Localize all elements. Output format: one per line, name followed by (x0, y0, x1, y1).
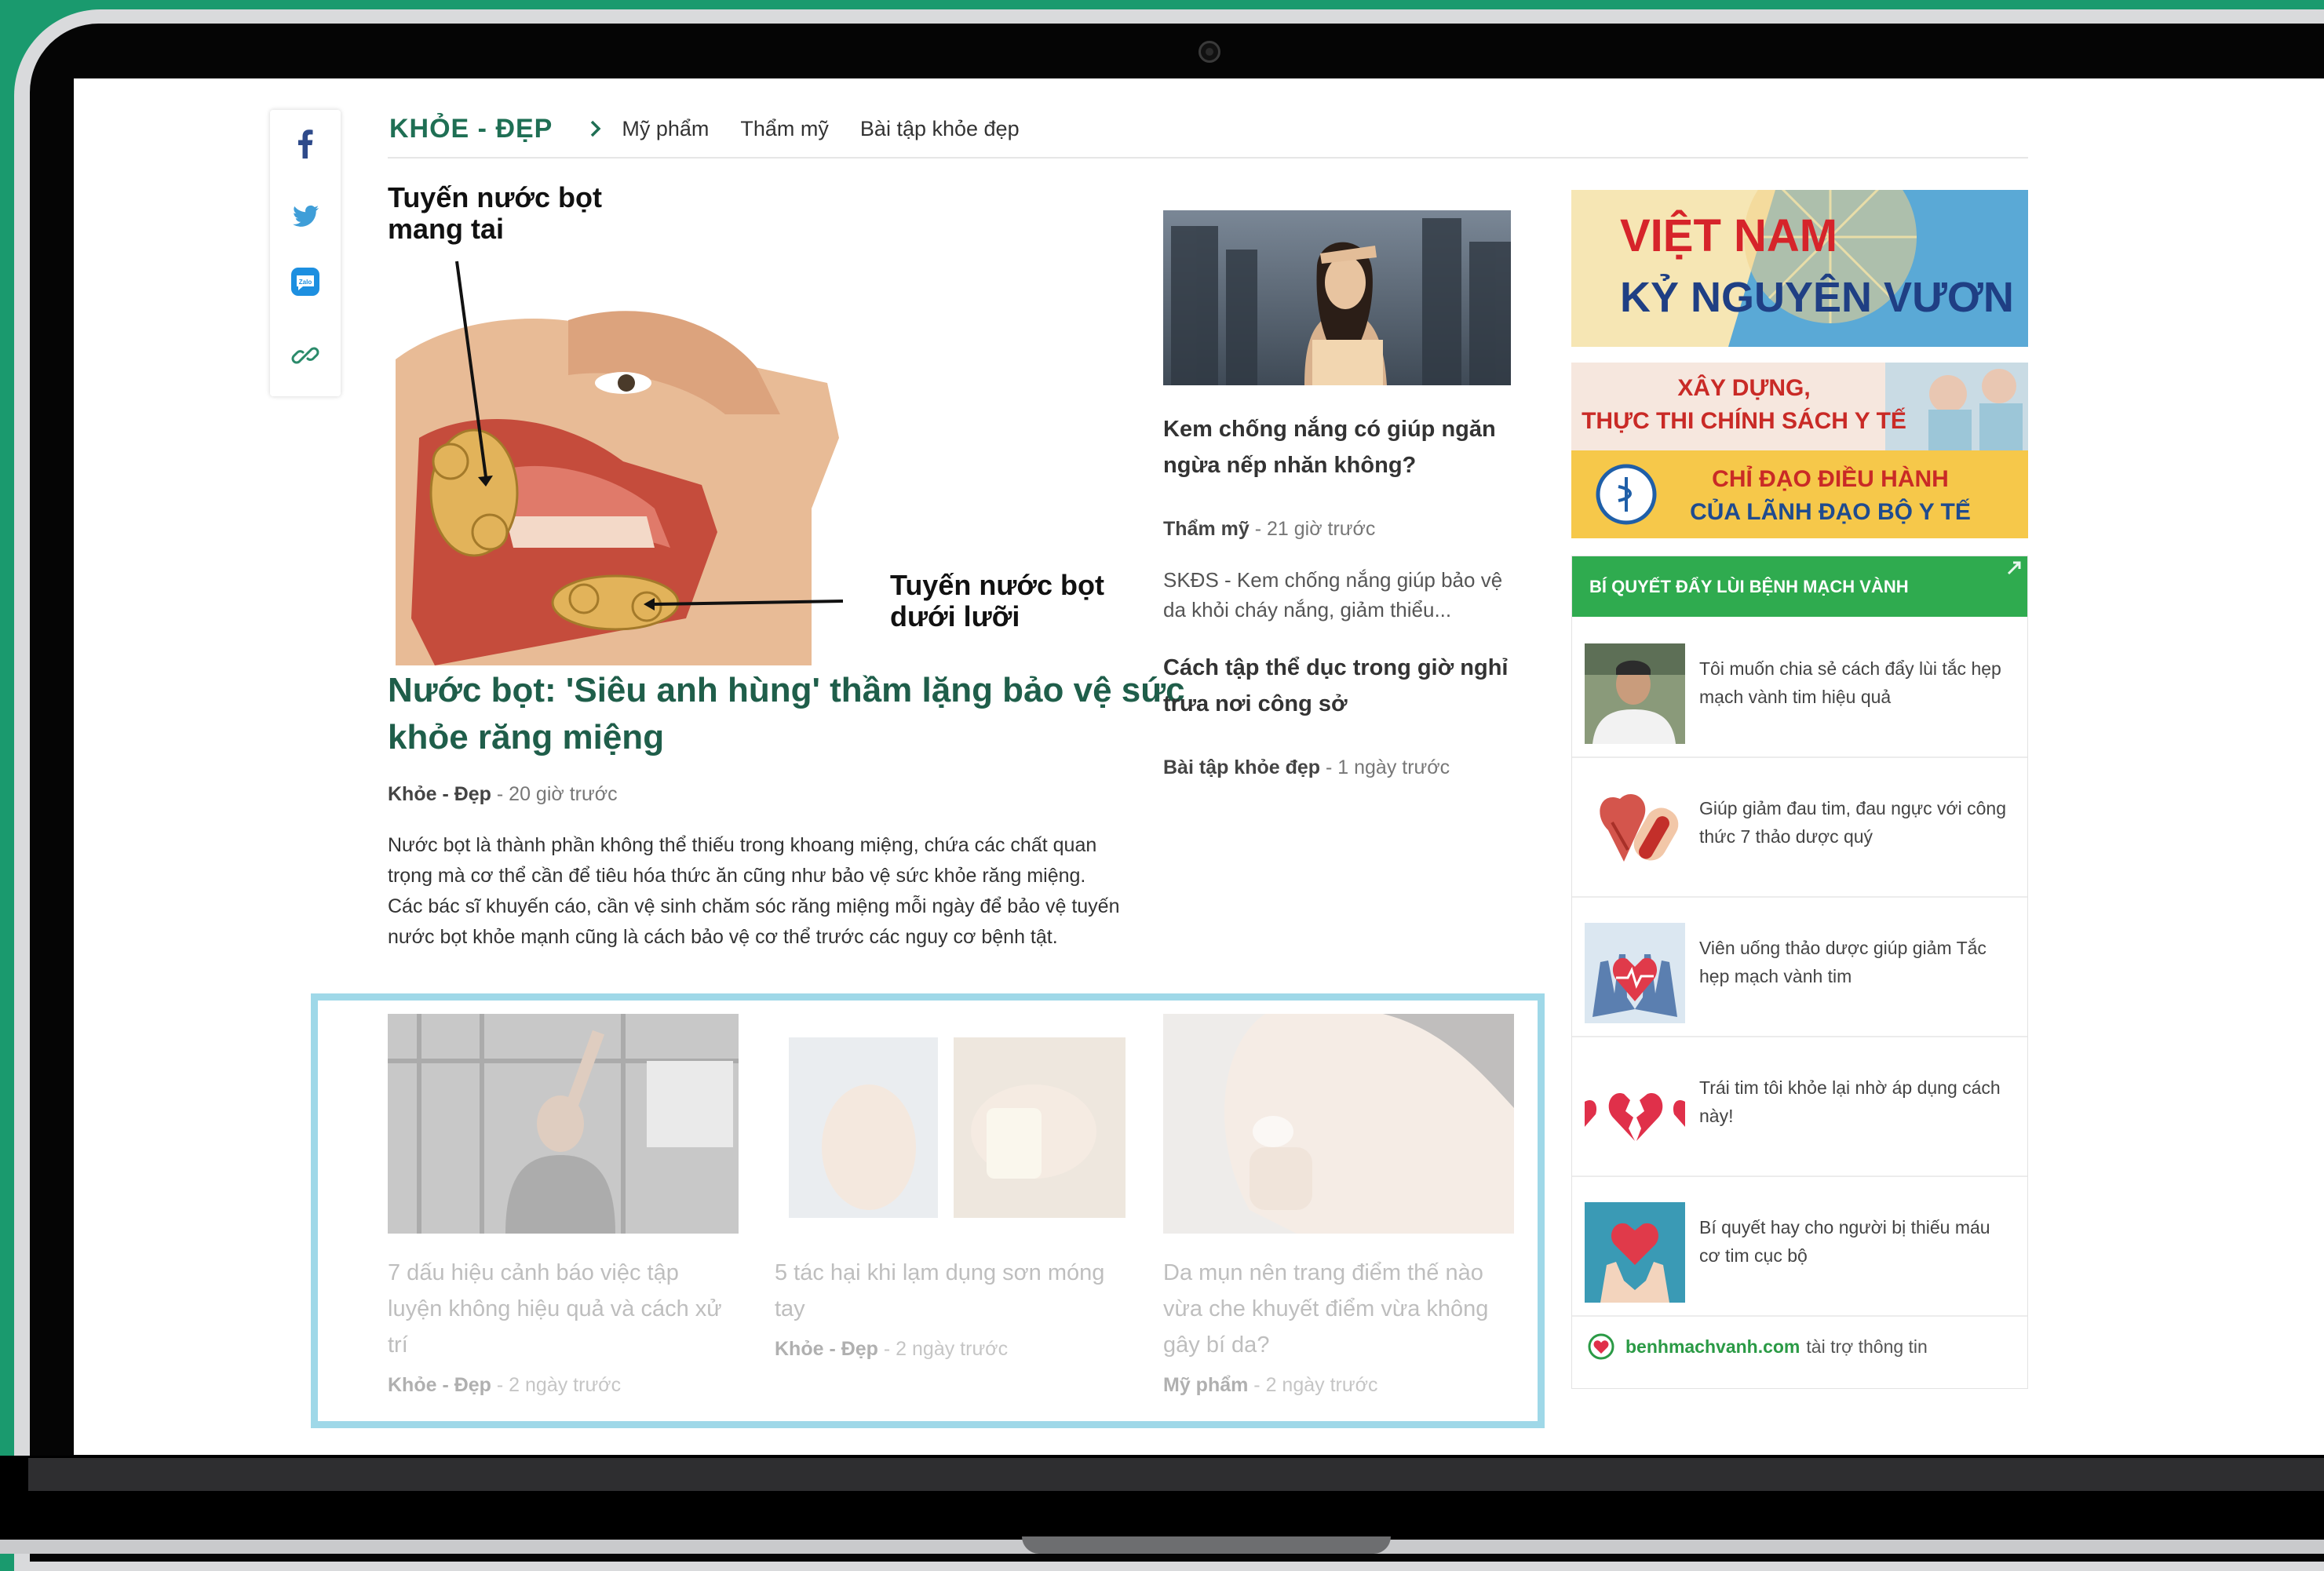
widget-header: BÍ QUYẾT ĐẨY LÙI BỆNH MẠCH VÀNH (1572, 556, 2027, 617)
widget-item-title-5[interactable]: Bí quyết hay cho người bị thiếu máu cơ t… (1699, 1213, 2013, 1270)
widget-item-2[interactable]: Giúp giảm đau tim, đau ngực với công thứ… (1572, 756, 2027, 898)
widget-item-image-5 (1585, 1202, 1685, 1303)
related-article-thumbnail-2[interactable] (775, 1014, 1126, 1234)
chevron-right-icon (591, 120, 601, 137)
breadcrumb: KHỎE - ĐẸP Mỹ phẩm Thẩm mỹ Bài tập khỏe … (389, 104, 2038, 154)
related-article-card[interactable]: 7 dấu hiệu cảnh báo việc tập luyện không… (388, 1014, 739, 1397)
related-article-card-3[interactable]: Da mụn nên trang điểm thế nào vừa che kh… (1163, 1014, 1514, 1397)
widget-item-4[interactable]: Trái tim tôi khỏe lại nhờ áp dụng cách n… (1572, 1036, 2027, 1177)
lead-article-meta: Khỏe - Đẹp - 20 giờ trước (388, 783, 618, 806)
bo-y-te-banner[interactable]: XÂY DỰNG, THỰC THI CHÍNH SÁCH Y TẾ CHỈ Đ… (1571, 363, 2028, 538)
widget-item-title-2[interactable]: Giúp giảm đau tim, đau ngực với công thứ… (1699, 794, 2013, 851)
banner-title: VIỆT NAM (1620, 210, 1837, 261)
side-article-thumbnail[interactable] (1163, 210, 1511, 385)
widget-item-title[interactable]: Tôi muốn chia sẻ cách đẩy lùi tắc hẹp mạ… (1699, 654, 2013, 711)
sponsored-widget: BÍ QUYẾT ĐẨY LÙI BỆNH MẠCH VÀNH Tôi muốn… (1571, 556, 2028, 1389)
share-bar: Zalo (270, 110, 341, 396)
widget-item-title-4[interactable]: Trái tim tôi khỏe lại nhờ áp dụng cách n… (1699, 1073, 2013, 1130)
laptop-notch (1022, 1536, 1391, 1554)
related-article-meta-2: Khỏe - Đẹp - 2 ngày trước (775, 1338, 1009, 1360)
link-icon[interactable] (289, 339, 322, 372)
breadcrumb-item-my-pham[interactable]: Mỹ phẩm (622, 117, 709, 141)
side-category-2[interactable]: Bài tập khỏe đẹp (1163, 756, 1320, 778)
viet-nam-banner[interactable]: VIỆT NAM KỶ NGUYÊN VƯƠN MÌNH (1571, 190, 2028, 347)
related-article-title-2[interactable]: 5 tác hại khi lạm dụng sơn móng tay (775, 1255, 1126, 1327)
zalo-icon[interactable]: Zalo (289, 265, 322, 298)
svg-text:Zalo: Zalo (299, 279, 312, 286)
widget-item-5[interactable]: Bí quyết hay cho người bị thiếu máu cơ t… (1572, 1176, 2027, 1317)
laptop-hinge (28, 1458, 2324, 1491)
banner2-line1: XÂY DỰNG, (1677, 374, 1810, 401)
side-article-meta-2: Bài tập khỏe đẹp - 1 ngày trước (1163, 756, 1450, 778)
sponsor-text: tài trợ thông tin (1806, 1336, 1928, 1357)
side-article-meta: Thẩm mỹ - 21 giờ trước (1163, 518, 1376, 540)
webcam-icon (1198, 41, 1220, 63)
facebook-icon[interactable] (289, 127, 322, 160)
related-article-card-2[interactable]: 5 tác hại khi lạm dụng sơn móng tay Khỏe… (775, 1014, 1126, 1361)
related-article-thumbnail-3[interactable] (1163, 1014, 1514, 1234)
related-article-title-3[interactable]: Da mụn nên trang điểm thế nào vừa che kh… (1163, 1255, 1514, 1363)
lead-category[interactable]: Khỏe - Đẹp (388, 783, 491, 805)
related-article-meta-3: Mỹ phẩm - 2 ngày trước (1163, 1374, 1378, 1396)
widget-item-image-2 (1585, 783, 1685, 884)
lead-article-description: Nước bọt là thành phần không thể thiếu t… (388, 834, 1120, 948)
related-article-thumbnail[interactable] (388, 1014, 739, 1234)
side-category[interactable]: Thẩm mỹ (1163, 518, 1250, 540)
side-article-description: SKĐS - Kem chống nắng giúp bảo vệ da khỏ… (1163, 568, 1503, 621)
related-article-title[interactable]: 7 dấu hiệu cảnh báo việc tập luyện không… (388, 1255, 739, 1363)
widget-item-image-3 (1585, 923, 1685, 1023)
banner2-line4: CỦA LÃNH ĐẠO BỘ Y TẾ (1690, 498, 1971, 525)
sponsor-logo-icon (1588, 1333, 1614, 1360)
twitter-icon[interactable] (289, 199, 322, 232)
lead-time: - 20 giờ trước (491, 783, 618, 805)
breadcrumb-item-tham-my[interactable]: Thẩm mỹ (740, 117, 829, 141)
divider (388, 157, 2028, 159)
breadcrumb-section[interactable]: KHỎE - ĐẸP (389, 114, 553, 144)
sponsor-link[interactable]: benhmachvanh.com (1625, 1336, 1800, 1358)
browser-viewport: Zalo KHỎE - ĐẸP Mỹ phẩm Thẩm mỹ Bài tập … (74, 78, 2324, 1455)
banner2-line3: CHỈ ĐẠO ĐIỀU HÀNH (1712, 465, 1949, 492)
lead-article-title[interactable]: Nước bọt: 'Siêu anh hùng' thầm lặng bảo … (388, 667, 1204, 761)
breadcrumb-item-bai-tap[interactable]: Bài tập khỏe đẹp (860, 117, 1020, 141)
lead-article-image[interactable]: Tuyến nước bọt mang tai Tuyến nước bọt dướ… (388, 179, 1141, 728)
banner2-line2: THỰC THI CHÍNH SÁCH Y TẾ (1582, 407, 1906, 434)
side-article-title[interactable]: Kem chống nắng có giúp ngăn ngừa nếp nhă… (1163, 411, 1516, 483)
widget-title: BÍ QUYẾT ĐẨY LÙI BỆNH MẠCH VÀNH (1589, 577, 1909, 596)
widget-footer: benhmachvanh.com tài trợ thông tin (1588, 1333, 1928, 1360)
banner-subtitle: KỶ NGUYÊN VƯƠN MÌNH (1620, 273, 2028, 321)
side-article-title-2[interactable]: Cách tập thể dục trong giờ nghỉ trưa nơi… (1163, 650, 1516, 722)
widget-item-3[interactable]: Viên uống thảo dược giúp giảm Tắc hẹp mạ… (1572, 896, 2027, 1037)
widget-item-image (1585, 643, 1685, 744)
widget-item[interactable]: Tôi muốn chia sẻ cách đẩy lùi tắc hẹp mạ… (1572, 617, 2027, 758)
related-article-meta: Khỏe - Đẹp - 2 ngày trước (388, 1374, 622, 1396)
widget-item-title-3[interactable]: Viên uống thảo dược giúp giảm Tắc hẹp mạ… (1699, 934, 2013, 990)
widget-item-image-4 (1585, 1063, 1685, 1163)
ad-badge-icon[interactable] (2005, 560, 2023, 577)
